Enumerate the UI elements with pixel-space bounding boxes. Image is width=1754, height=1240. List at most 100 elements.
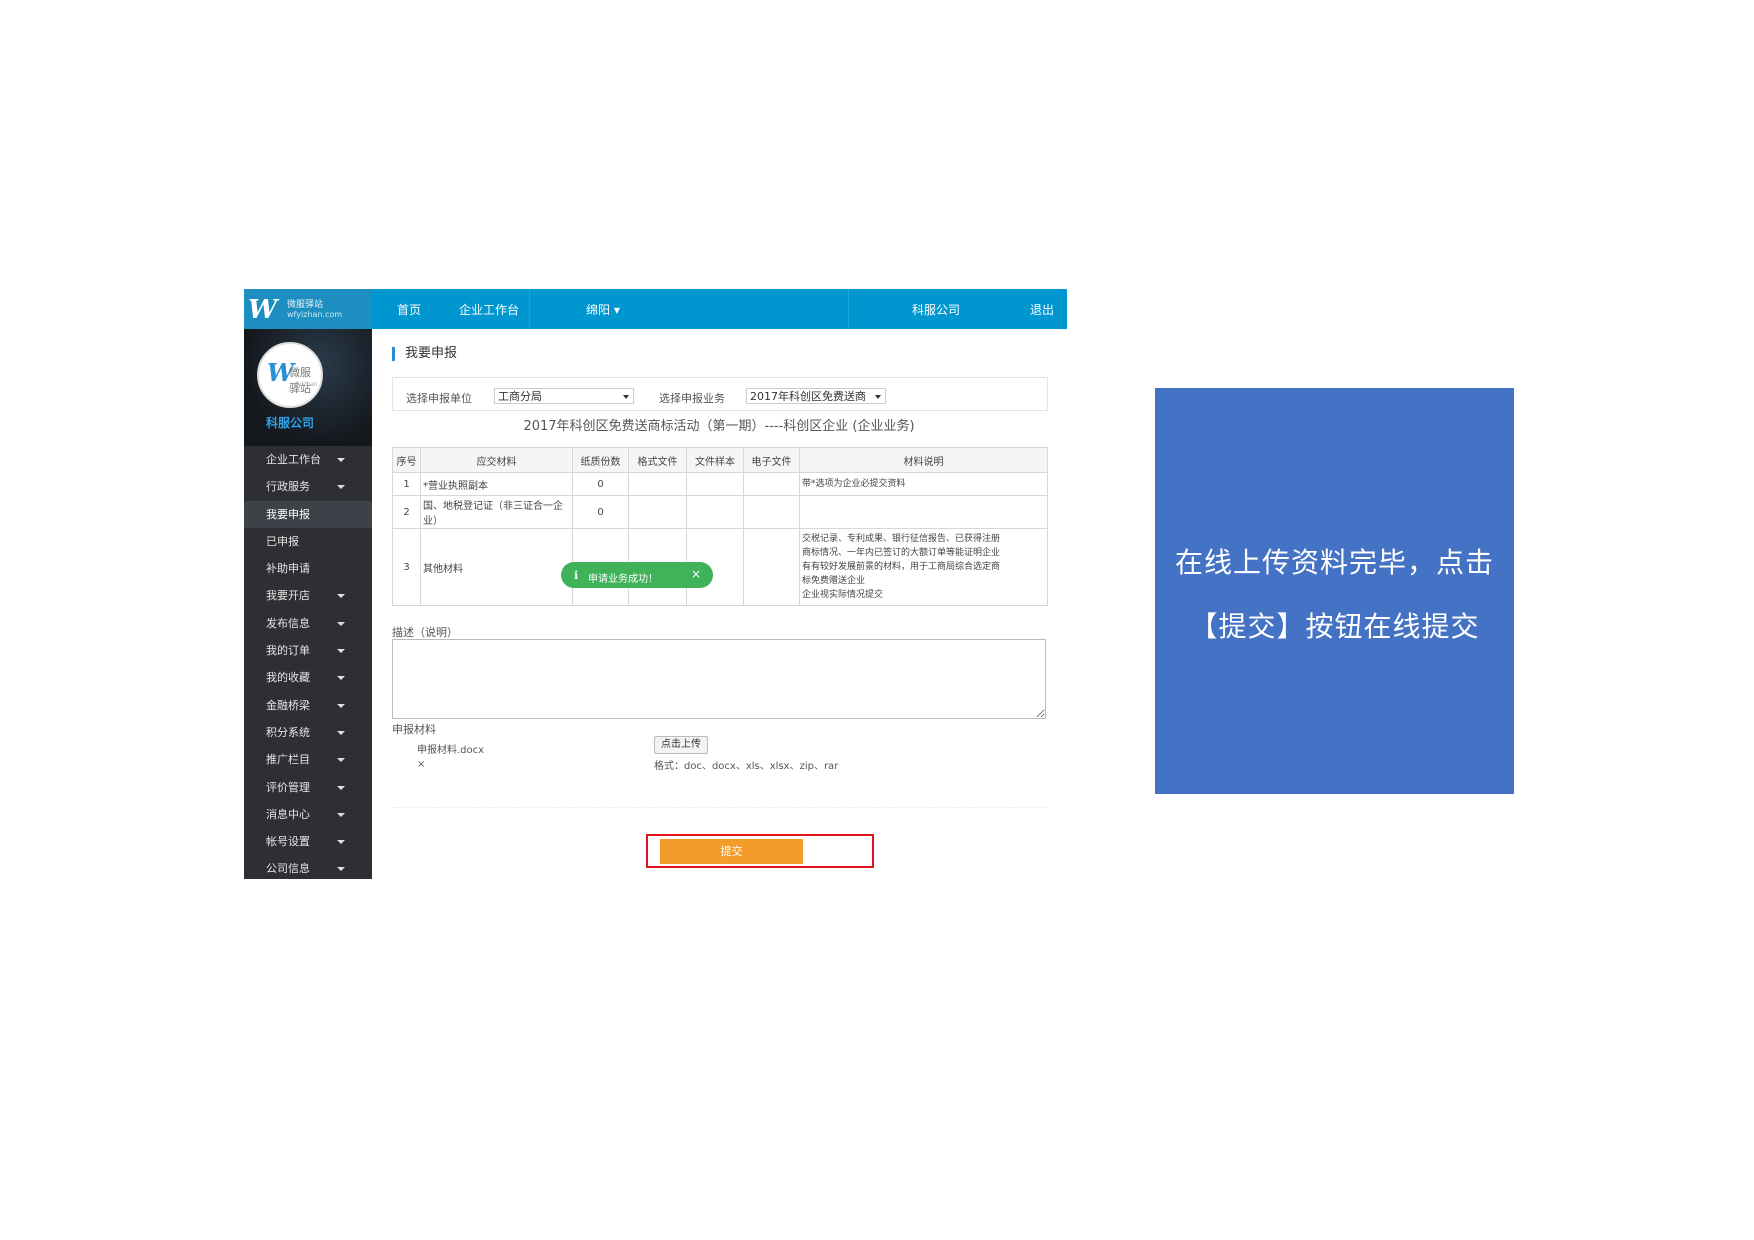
uploaded-file-name[interactable]: 申报材料.docx	[417, 741, 484, 756]
chevron-down-icon	[337, 594, 345, 599]
material-name: *营业执照副本	[420, 472, 573, 496]
note-line: 商标情况、一年内已签订的大额订单等能证明企业	[802, 548, 1001, 558]
top-nav-bar: W 微服驿站 wfyizhan.com 首页 企业工作台 绵阳 ▾ 科服公司 退…	[244, 289, 1067, 329]
sidebar-item[interactable]: 我要开店	[244, 582, 372, 609]
page-title: 我要申报	[392, 347, 457, 361]
sidebar-item[interactable]: 积分系统	[244, 719, 372, 746]
materials-label: 申报材料	[392, 723, 436, 736]
chevron-down-icon	[337, 485, 345, 490]
sidebar-item-label: 金融桥梁	[266, 698, 310, 712]
brand-name: 微服驿站	[287, 300, 324, 310]
sidebar-item-label: 行政服务	[266, 480, 310, 494]
template-file-cell	[628, 495, 687, 529]
electronic-file-cell	[743, 472, 800, 496]
sidebar-item[interactable]: 已申报	[244, 528, 372, 555]
table-header-row: 序号 应交材料 纸质份数 格式文件 文件样本 电子文件 材料说明	[392, 447, 1048, 473]
sidebar-item[interactable]: 消息中心	[244, 801, 372, 828]
sidebar-item-label: 积分系统	[266, 725, 310, 739]
chevron-down-icon	[337, 730, 345, 735]
note-line: 有有较好发展前景的材料，用于工商局综合选定商	[802, 562, 1001, 572]
sidebar: W 微服驿站 wfyizhan 科服公司 企业工作台行政服务我要申报已申报补助申…	[244, 329, 372, 879]
materials-table: 序号 应交材料 纸质份数 格式文件 文件样本 电子文件 材料说明 1 *营业执照…	[392, 447, 1048, 606]
paper-copies: 0	[572, 495, 629, 529]
submit-button[interactable]: 提交	[660, 839, 803, 864]
sidebar-item-label: 推广栏目	[266, 753, 310, 767]
chevron-down-icon	[337, 621, 345, 626]
electronic-file-cell	[743, 495, 800, 529]
activity-title: 2017年科创区免费送商标活动（第一期）----科创区企业 (企业业务)	[523, 419, 915, 434]
sidebar-item-label: 我的收藏	[266, 671, 310, 685]
brand-logo[interactable]: W 微服驿站 wfyizhan.com	[244, 289, 372, 329]
business-select[interactable]: 2017年科创区免费送商	[746, 388, 886, 404]
nav-logout[interactable]: 退出	[1030, 301, 1054, 318]
sidebar-item[interactable]: 金融桥梁	[244, 692, 372, 719]
note-line: 带*选项为企业必提交资料	[802, 479, 906, 489]
chevron-down-icon	[875, 395, 881, 399]
close-icon[interactable]: ×	[691, 567, 701, 581]
avatar-brand-url: wfyizhan	[291, 381, 318, 388]
brand-url: wfyizhan.com	[287, 310, 343, 319]
sidebar-item[interactable]: 行政服务	[244, 473, 372, 500]
sidebar-item[interactable]: 补助申请	[244, 555, 372, 582]
unit-label: 选择申报单位	[406, 392, 472, 405]
allowed-formats: 格式：doc、docx、xls、xlsx、zip、rar	[654, 761, 839, 772]
nav-city-dropdown[interactable]: 绵阳 ▾	[586, 301, 620, 318]
logo-mark-icon: W	[248, 295, 277, 325]
chevron-down-icon	[337, 840, 345, 845]
column-header: 纸质份数	[572, 447, 629, 473]
upload-button[interactable]: 点击上传	[654, 736, 708, 754]
nav-home[interactable]: 首页	[397, 301, 421, 318]
material-note: 交税记录、专利成果、银行征信报告、已获得注册 商标情况、一年内已签订的大额订单等…	[799, 528, 1048, 606]
divider	[392, 807, 1046, 808]
chevron-down-icon	[337, 649, 345, 654]
info-icon: ℹ	[574, 569, 579, 582]
sidebar-item[interactable]: 我要申报	[244, 500, 372, 528]
description-textarea[interactable]	[392, 639, 1046, 719]
column-header: 格式文件	[628, 447, 687, 473]
description-label: 描述（说明）	[392, 626, 458, 639]
table-row: 2 国、地税登记证（非三证合一企业） 0	[392, 495, 1048, 529]
note-line: 标免费赠送企业	[802, 576, 866, 586]
sidebar-item[interactable]: 发布信息	[244, 610, 372, 637]
chevron-down-icon	[337, 867, 345, 872]
sidebar-item-label: 评价管理	[266, 780, 310, 794]
nav-company[interactable]: 科服公司	[912, 301, 960, 318]
note-line: 交税记录、专利成果、银行征信报告、已获得注册	[802, 534, 1001, 544]
toast-message: 申请业务成功！	[588, 574, 658, 585]
row-number: 2	[392, 495, 421, 529]
sidebar-item-label: 发布信息	[266, 616, 310, 630]
row-number: 3	[392, 528, 421, 606]
material-name: 其他材料	[420, 528, 573, 606]
sidebar-item[interactable]: 评价管理	[244, 774, 372, 801]
column-header: 应交材料	[420, 447, 573, 473]
sidebar-item[interactable]: 推广栏目	[244, 746, 372, 773]
chevron-down-icon	[337, 812, 345, 817]
sidebar-item[interactable]: 企业工作台	[244, 446, 372, 473]
sidebar-item[interactable]: 帐号设置	[244, 828, 372, 855]
electronic-file-cell	[743, 528, 800, 606]
nav-divider	[848, 289, 849, 329]
callout-line-2: 【提交】按钮在线提交	[1189, 610, 1480, 643]
sample-file-cell	[686, 495, 744, 529]
sidebar-item-label: 已申报	[266, 534, 299, 548]
unit-select[interactable]: 工商分局	[494, 388, 634, 404]
column-header: 材料说明	[799, 447, 1048, 473]
sidebar-item[interactable]: 我的订单	[244, 637, 372, 664]
chevron-down-icon	[337, 758, 345, 763]
chevron-down-icon	[337, 703, 345, 708]
chevron-down-icon	[337, 785, 345, 790]
avatar[interactable]: W 微服驿站 wfyizhan	[257, 342, 323, 408]
sidebar-item[interactable]: 公司信息	[244, 855, 372, 879]
column-header: 电子文件	[743, 447, 800, 473]
sidebar-item-label: 消息中心	[266, 807, 310, 821]
material-note	[799, 495, 1048, 529]
sidebar-profile: W 微服驿站 wfyizhan 科服公司	[244, 329, 372, 446]
instruction-callout: 在线上传资料完毕，点击 【提交】按钮在线提交	[1155, 388, 1514, 794]
submit-highlight: 提交	[646, 834, 874, 868]
sidebar-item-label: 企业工作台	[266, 453, 321, 466]
sidebar-item[interactable]: 我的收藏	[244, 664, 372, 691]
remove-file-button[interactable]: ×	[417, 759, 425, 770]
sidebar-item-label: 我要开店	[266, 589, 310, 603]
nav-workbench[interactable]: 企业工作台	[459, 301, 519, 318]
template-file-cell	[628, 472, 687, 496]
